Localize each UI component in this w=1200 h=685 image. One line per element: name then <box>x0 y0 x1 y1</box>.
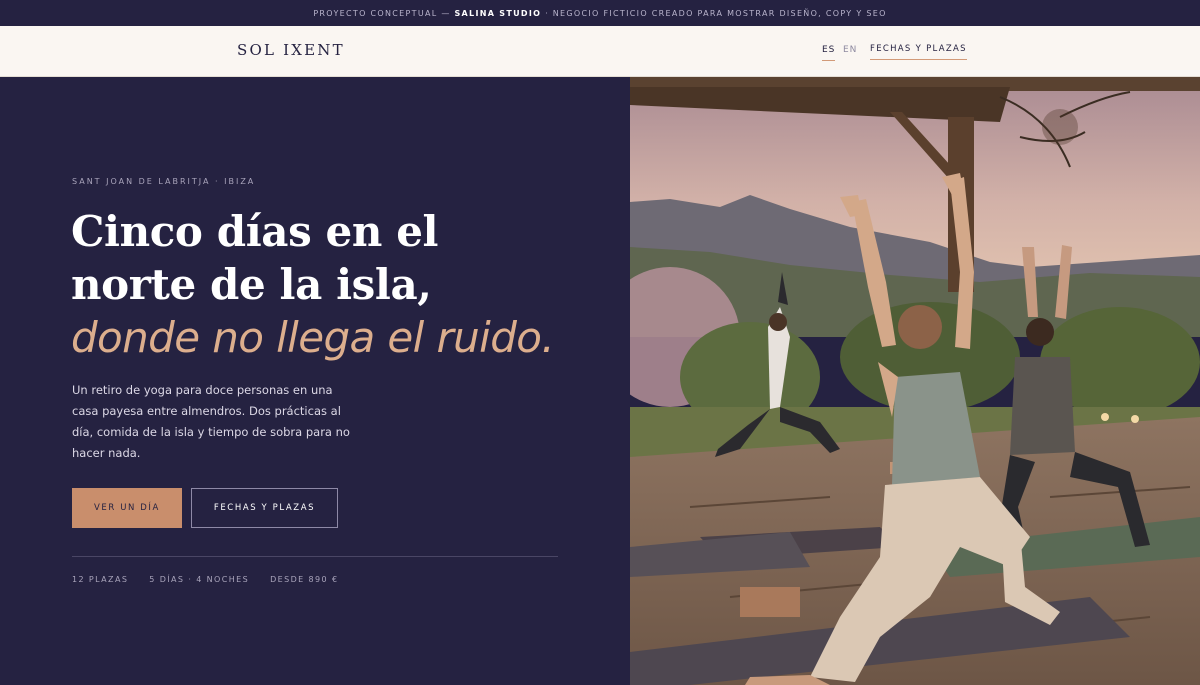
announcement-studio: SALINA STUDIO <box>454 8 542 18</box>
site-header: SOL IXENT ES EN FECHAS Y PLAZAS <box>0 26 1200 77</box>
stat-places: 12 PLAZAS <box>72 575 129 584</box>
hero-headline: Cinco días en el norte de la isla, donde… <box>71 205 571 364</box>
yoga-photo-illustration <box>630 77 1200 685</box>
announcement-bar: PROYECTO CONCEPTUAL — SALINA STUDIO · NE… <box>0 0 1200 26</box>
yoga-group-photo <box>630 77 1200 685</box>
hero-content: SANT JOAN DE LABRITJA · IBIZA Cinco días… <box>0 77 630 685</box>
dates-places-button[interactable]: FECHAS Y PLAZAS <box>191 488 338 528</box>
announcement-suffix: · NEGOCIO FICTICIO CREADO PARA MOSTRAR D… <box>545 8 887 18</box>
hero-location: SANT JOAN DE LABRITJA · IBIZA <box>72 177 256 186</box>
language-en-link[interactable]: EN <box>843 45 857 60</box>
headline-accent: donde no llega el ruido. <box>71 313 555 362</box>
stat-price: DESDE 890 € <box>270 575 339 584</box>
hero-stats: 12 PLAZAS 5 DÍAS · 4 NOCHES DESDE 890 € <box>72 575 338 584</box>
see-a-day-button[interactable]: VER UN DÍA <box>72 488 182 528</box>
headline-plain: Cinco días en el norte de la isla, <box>71 207 439 309</box>
site-logo[interactable]: SOL IXENT <box>237 41 345 59</box>
language-es-link[interactable]: ES <box>822 45 836 61</box>
hero-divider <box>72 556 558 557</box>
announcement-prefix: PROYECTO CONCEPTUAL — <box>313 8 451 18</box>
hero-lead: Un retiro de yoga para doce personas en … <box>72 383 350 460</box>
nav-dates-link[interactable]: FECHAS Y PLAZAS <box>870 44 967 60</box>
stat-duration: 5 DÍAS · 4 NOCHES <box>149 575 250 584</box>
